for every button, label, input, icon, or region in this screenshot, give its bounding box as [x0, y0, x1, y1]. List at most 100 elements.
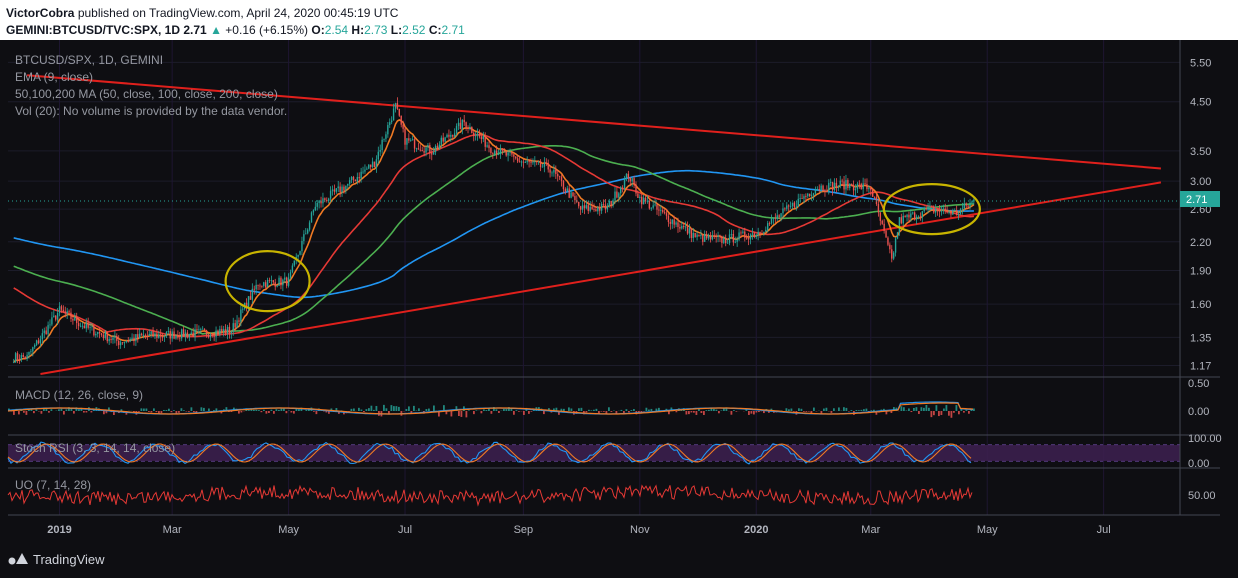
macd-bar — [518, 411, 520, 412]
candle-body — [681, 225, 683, 229]
candle-body — [600, 204, 603, 211]
chart-canvas[interactable]: 5.504.503.503.002.602.201.901.601.351.17… — [0, 40, 1238, 540]
macd-bar — [588, 409, 590, 411]
macd-bar — [203, 407, 205, 411]
macd-bar — [855, 410, 858, 411]
candle-body — [938, 210, 941, 212]
macd-bar — [258, 410, 260, 411]
trendline — [40, 181, 1162, 375]
candle-body — [850, 183, 853, 187]
candle-body — [780, 213, 782, 217]
candle-body — [734, 241, 736, 243]
macd-bar — [798, 408, 800, 411]
legend-uo: UO (7, 14, 28) — [15, 478, 91, 492]
author-name[interactable]: VictorCobra — [6, 6, 74, 20]
macd-bar — [363, 411, 365, 413]
candle-body — [602, 204, 605, 205]
macd-bar — [935, 405, 938, 411]
macd-bar — [170, 411, 173, 413]
candle-body — [826, 190, 828, 192]
candle-body — [417, 148, 420, 150]
candle-body — [83, 325, 86, 329]
candle-body — [925, 208, 927, 210]
close-label: C: — [428, 23, 442, 37]
candle-body — [404, 128, 406, 145]
macd-bar — [940, 411, 943, 415]
macd-bar — [585, 411, 588, 413]
candle-body — [543, 162, 546, 167]
macd-bar — [215, 408, 218, 411]
candle-body — [961, 208, 964, 210]
candle-body — [744, 231, 746, 238]
candle-body — [431, 153, 433, 155]
ma50-line — [13, 134, 975, 338]
candle-body — [944, 208, 946, 212]
candle-body — [629, 177, 631, 182]
candle-body — [801, 198, 803, 199]
candle-body — [146, 335, 149, 337]
price-axis[interactable]: 5.504.503.503.002.602.201.901.601.351.17… — [1188, 57, 1222, 502]
time-axis[interactable]: 2019 Mar May Jul Sep Nov 2020 Mar May Jul — [47, 524, 1110, 536]
macd-bar — [460, 411, 463, 417]
candle-body — [675, 222, 677, 225]
candle-body — [314, 206, 317, 211]
macd-bar — [758, 411, 760, 413]
macd-bar — [610, 411, 613, 412]
candle-body — [495, 150, 498, 155]
candle-body — [410, 140, 412, 141]
candle-body — [74, 316, 76, 321]
macd-bar — [730, 411, 733, 415]
macd-bar — [293, 411, 295, 414]
candle-body — [662, 210, 664, 213]
candle-body — [822, 185, 824, 191]
y-tick-label: 3.50 — [1190, 146, 1211, 158]
candle-body — [371, 161, 374, 167]
candle-body — [396, 102, 399, 109]
candle-body — [452, 134, 454, 137]
candle-body — [593, 209, 595, 210]
candle-body — [201, 328, 204, 330]
candle-body — [786, 205, 788, 209]
candle-body — [24, 356, 26, 359]
candle-body — [375, 159, 378, 168]
candle-body — [931, 205, 933, 207]
candle-body — [299, 251, 301, 255]
macd-bar — [450, 411, 453, 417]
candle-body — [908, 214, 910, 218]
candle-body — [205, 330, 208, 335]
candle-body — [408, 138, 410, 141]
candle-body — [257, 284, 259, 286]
candle-body — [373, 161, 376, 168]
macd-bar — [685, 411, 688, 415]
candles — [8, 97, 1180, 364]
candle-body — [100, 333, 103, 336]
candle-body — [345, 185, 347, 191]
candle-body — [182, 329, 185, 337]
macd-bar — [240, 411, 243, 413]
macd-bar — [865, 408, 868, 411]
macd-bar — [873, 409, 875, 411]
tradingview-logo-icon[interactable] — [8, 550, 30, 566]
macd-bar — [270, 409, 273, 411]
candle-body — [238, 320, 240, 322]
candle-body — [261, 285, 263, 287]
candle-body — [387, 125, 389, 135]
candle-body — [104, 331, 107, 339]
candle-body — [148, 333, 150, 336]
chart-area[interactable]: 5.50 4.50 3.50 3.00 2.60 2.20 1.90 1.60 1.35 1.17… — [0, 40, 1238, 540]
x-tick-label: Jul — [398, 524, 412, 536]
candle-body — [805, 196, 807, 197]
candle-body — [828, 182, 830, 192]
candle-body — [278, 277, 280, 286]
brand-name[interactable]: TradingView — [33, 552, 105, 567]
candle-body — [547, 162, 549, 170]
candle-body — [793, 202, 796, 208]
candle-body — [696, 234, 698, 238]
legend-macd: MACD (12, 26, close, 9) — [15, 388, 143, 402]
candle-body — [150, 331, 152, 334]
candle-body — [971, 201, 973, 203]
macd-bar — [405, 408, 408, 411]
candle-body — [738, 232, 740, 240]
candle-body — [471, 126, 473, 133]
symbol-name[interactable]: GEMINI:BTCUSD/TVC:SPX, 1D — [6, 23, 180, 37]
